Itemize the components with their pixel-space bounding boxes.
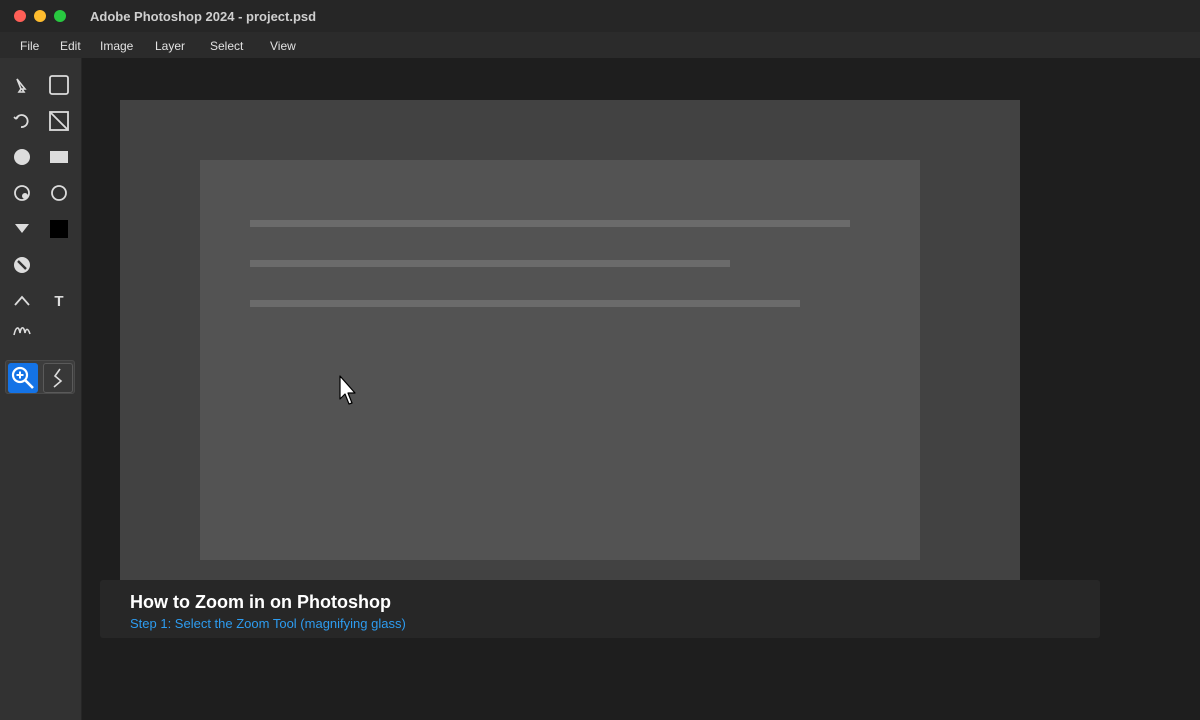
ellipse-tool[interactable] — [44, 178, 74, 208]
zoom-icon — [11, 366, 34, 389]
eraser-tool[interactable] — [7, 250, 37, 280]
type-tool[interactable]: T — [44, 286, 74, 316]
lasso-tool[interactable] — [7, 106, 37, 136]
crop-icon — [49, 111, 69, 131]
ellipse-icon — [51, 185, 67, 201]
placeholder-line — [250, 260, 730, 267]
pen-icon — [14, 295, 30, 306]
caption-step: Step 1: Select the Zoom Tool (magnifying… — [130, 616, 406, 631]
close-window-button[interactable] — [14, 10, 26, 22]
foreground-color-swatch[interactable] — [44, 214, 74, 244]
menu-view[interactable]: View — [270, 39, 296, 53]
zoom-tool[interactable] — [8, 363, 38, 393]
tutorial-caption: How to Zoom in on Photoshop Step 1: Sele… — [100, 580, 1100, 638]
menu-layer[interactable]: Layer — [155, 39, 185, 53]
brush-icon — [14, 149, 30, 165]
menu-image[interactable]: Image — [100, 39, 133, 53]
gradient-tool[interactable] — [7, 214, 37, 244]
pen-tool[interactable] — [7, 286, 37, 316]
canvas-frame[interactable] — [120, 100, 1020, 580]
placeholder-line — [250, 300, 800, 307]
menu-bar: File Edit Image Layer Select View — [0, 32, 1200, 58]
menu-file[interactable]: File — [20, 39, 39, 53]
move-icon — [16, 78, 27, 93]
tools-panel: T — [0, 58, 82, 720]
mouse-cursor-icon — [339, 375, 359, 414]
caption-title: How to Zoom in on Photoshop — [130, 592, 391, 612]
foreground-color-icon — [50, 220, 68, 238]
title-bar: Adobe Photoshop 2024 - project.psd — [0, 0, 1200, 32]
gradient-icon — [15, 224, 29, 233]
document-canvas[interactable] — [200, 160, 920, 560]
hand-tool[interactable] — [43, 363, 73, 393]
quick-select-tool[interactable] — [7, 178, 37, 208]
eraser-icon — [14, 257, 30, 273]
maximize-window-button[interactable] — [54, 10, 66, 22]
crop-tool[interactable] — [44, 106, 74, 136]
quick-select-icon — [14, 185, 30, 201]
lasso-icon — [13, 114, 29, 128]
brush-tool[interactable] — [7, 142, 37, 172]
hand-icon — [53, 368, 63, 388]
shape-rect-tool[interactable] — [44, 142, 74, 172]
menu-select[interactable]: Select — [210, 39, 243, 53]
move-tool[interactable] — [7, 70, 37, 100]
menu-edit[interactable]: Edit — [60, 39, 81, 53]
smudge-icon — [13, 326, 31, 336]
placeholder-line — [250, 220, 850, 227]
rectangle-select-tool[interactable] — [44, 70, 74, 100]
shape-rect-icon — [50, 151, 68, 163]
smudge-tool[interactable] — [7, 316, 37, 346]
window-title: Adobe Photoshop 2024 - project.psd — [90, 9, 317, 24]
rectangle-select-icon — [49, 75, 69, 95]
minimize-window-button[interactable] — [34, 10, 46, 22]
type-icon: T — [54, 292, 64, 310]
